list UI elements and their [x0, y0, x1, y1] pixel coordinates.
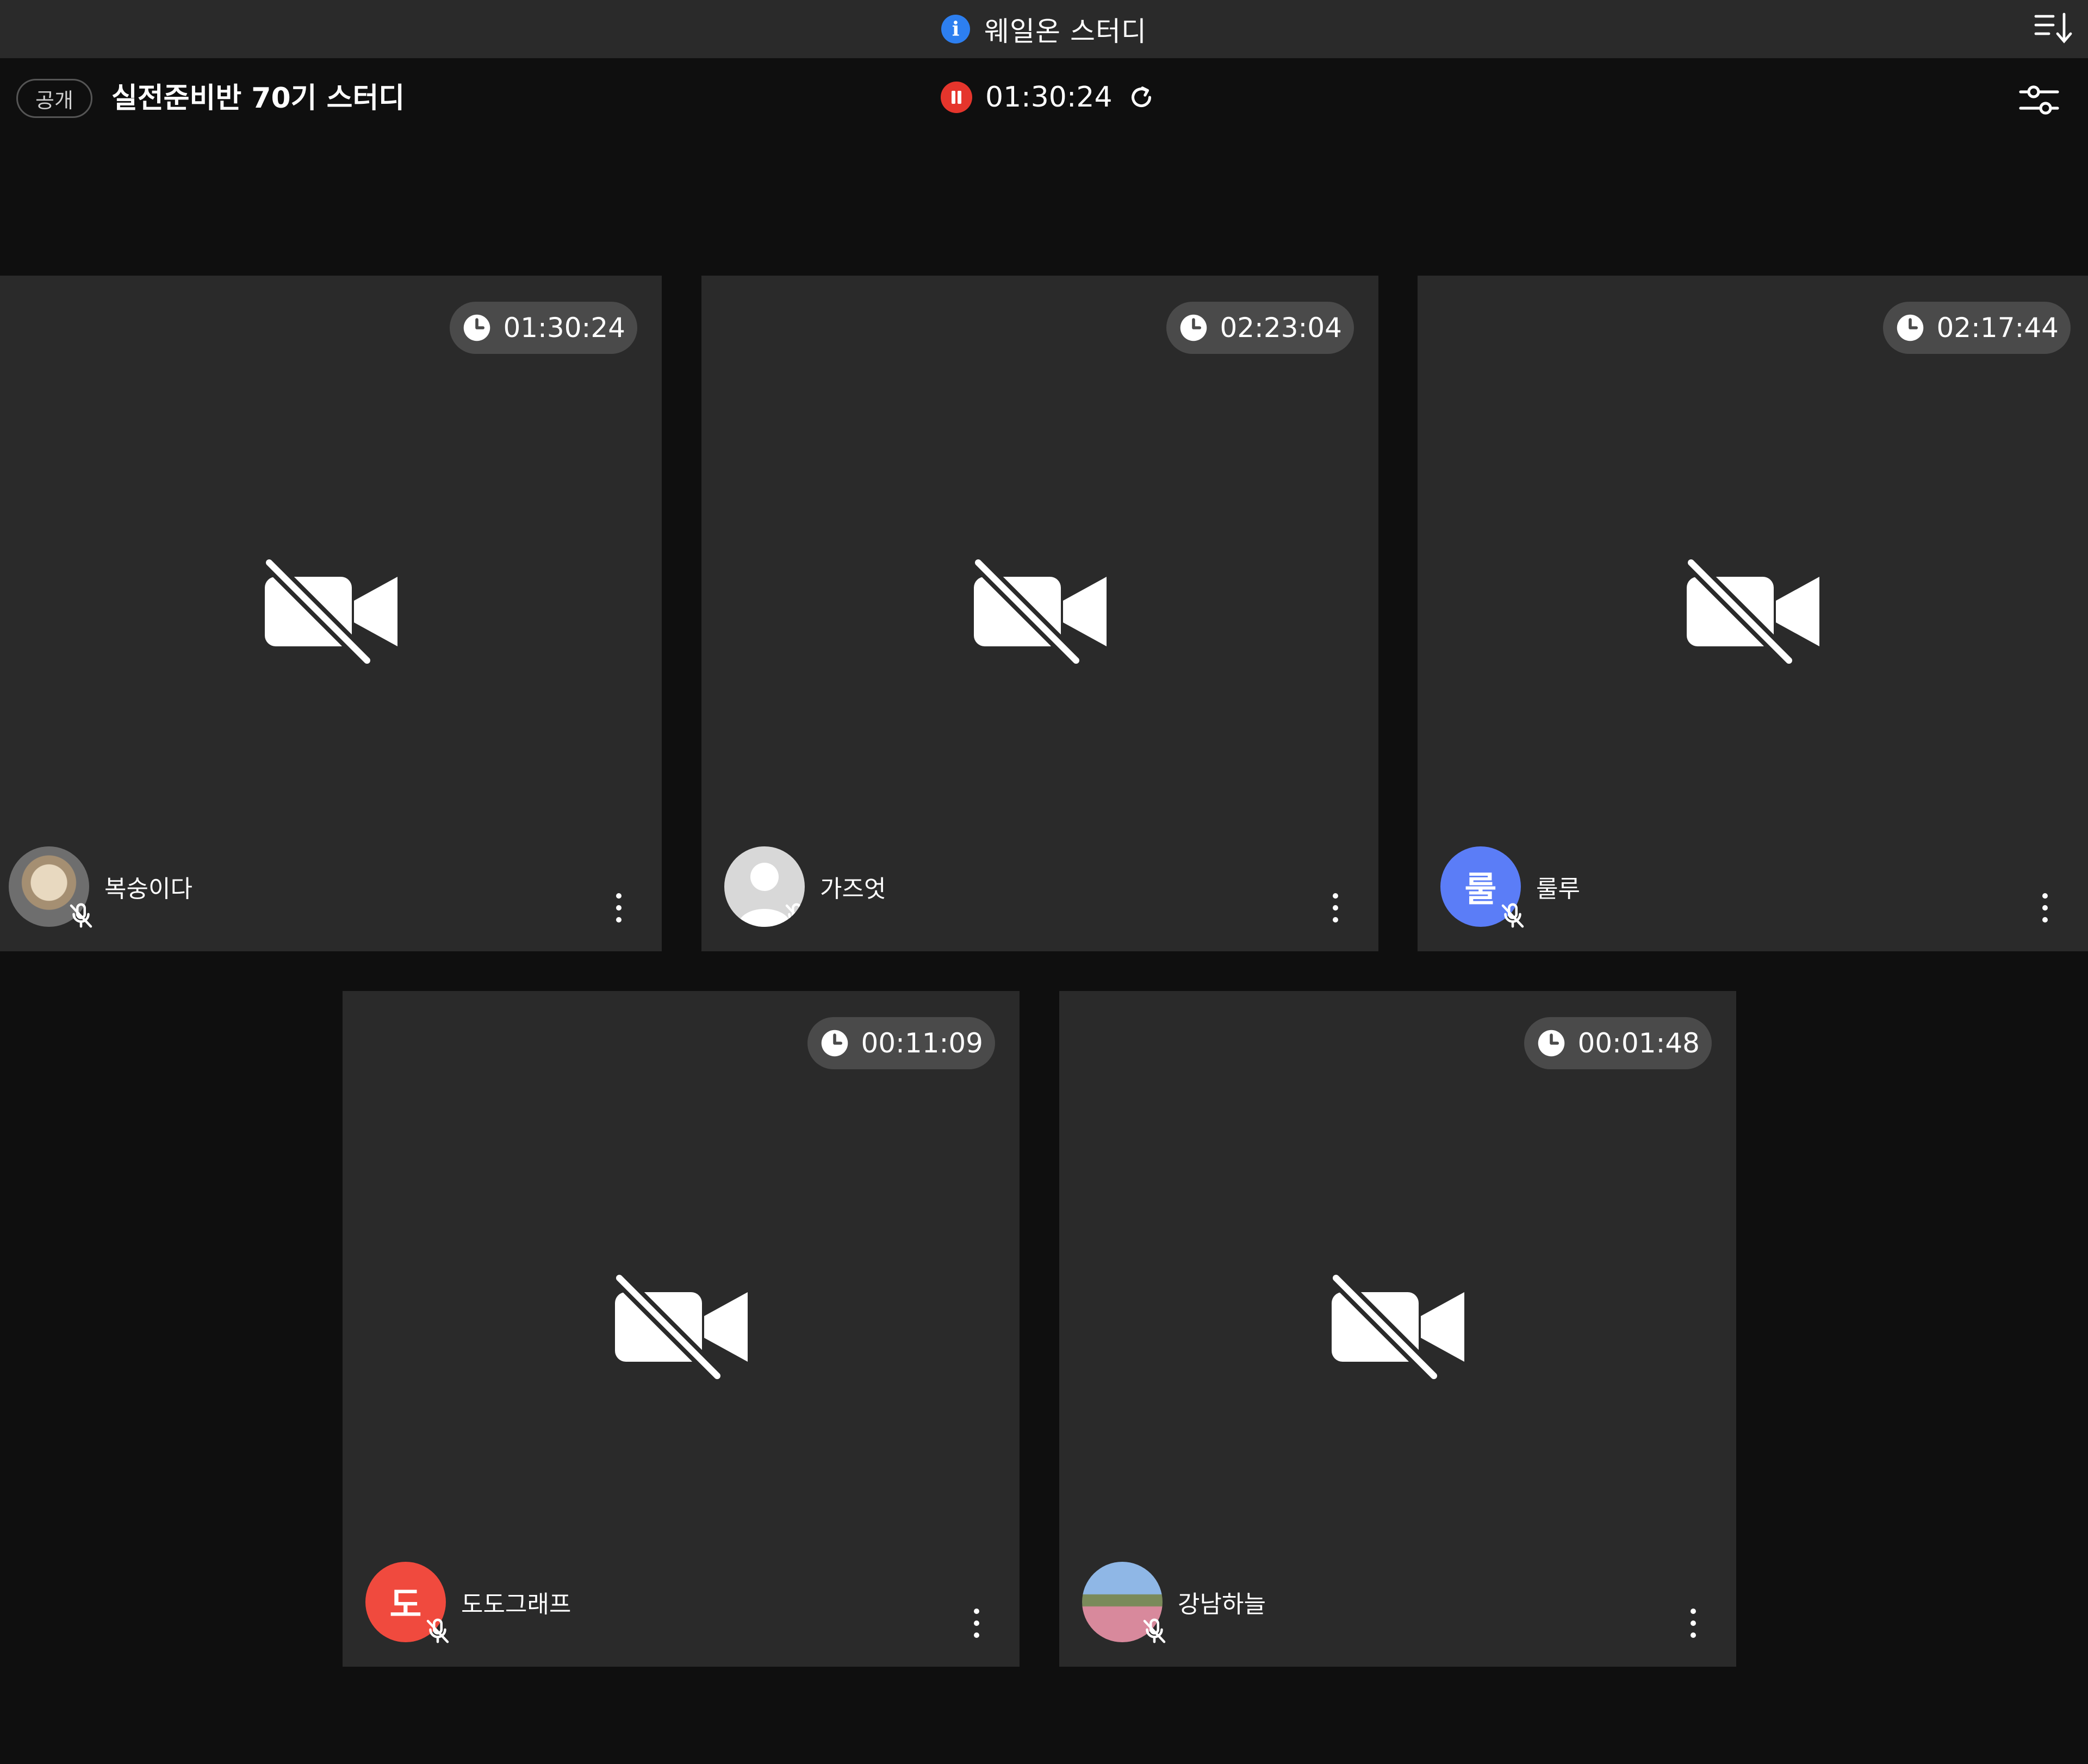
- participant-timer-pill: 01:30:24: [450, 302, 637, 354]
- pause-record-icon[interactable]: [941, 82, 972, 113]
- mic-muted-icon: [426, 1618, 449, 1643]
- participant-timer: 00:11:09: [861, 1027, 983, 1059]
- participant-tile[interactable]: 01:30:24 복숭이다: [0, 276, 662, 951]
- avatar: 룰: [1440, 846, 1524, 928]
- participant-tile[interactable]: 02:23:04 가즈엇: [701, 276, 1378, 951]
- clock-icon: [1538, 1030, 1565, 1057]
- video-off-icon: [1328, 1272, 1464, 1381]
- participant-name: 가즈엇: [820, 875, 886, 903]
- participant-timer: 02:17:44: [1936, 312, 2059, 344]
- participant-timer: 00:01:48: [1577, 1027, 1700, 1059]
- refresh-icon[interactable]: [1126, 82, 1157, 113]
- visibility-badge: 공개: [16, 79, 92, 118]
- video-off-icon: [611, 1272, 748, 1381]
- participant-timer-pill: 00:01:48: [1524, 1017, 1712, 1069]
- participant-info: 룰 룰루: [1440, 846, 1580, 928]
- participant-timer: 01:30:24: [503, 312, 625, 344]
- video-off-icon: [261, 557, 397, 666]
- participant-info: 복숭이다: [9, 846, 192, 928]
- participant-timer-pill: 00:11:09: [807, 1017, 995, 1069]
- video-off-icon: [1683, 557, 1819, 666]
- clock-icon: [1180, 314, 1207, 341]
- avatar: [1082, 1562, 1166, 1643]
- participant-timer: 02:23:04: [1220, 312, 1342, 344]
- app-title: 웨일온 스터디: [984, 15, 1147, 47]
- participant-info: 강남하늘: [1082, 1562, 1266, 1643]
- clock-icon: [464, 314, 490, 341]
- app-title-group: i 웨일온 스터디: [0, 0, 2088, 58]
- room-header: 공개 실전준비반 70기 스터디 01:30:24: [0, 58, 2088, 140]
- participant-timer-pill: 02:17:44: [1883, 302, 2071, 354]
- info-icon[interactable]: i: [941, 15, 971, 43]
- avatar: [9, 846, 92, 928]
- session-timer-group: 01:30:24: [941, 81, 1157, 114]
- more-options-icon[interactable]: [1327, 889, 1344, 927]
- mic-muted-icon: [785, 903, 805, 927]
- participant-tile[interactable]: 02:17:44 룰 룰루: [1418, 276, 2088, 951]
- clock-icon: [822, 1030, 848, 1057]
- participant-info: 도 도도그래프: [365, 1562, 571, 1643]
- more-options-icon[interactable]: [968, 1604, 985, 1642]
- avatar-letter: 도: [389, 1585, 422, 1625]
- participant-tile[interactable]: 00:01:48 강남하늘: [1059, 991, 1736, 1667]
- mic-muted-icon: [1143, 1618, 1166, 1643]
- more-options-icon[interactable]: [1685, 1604, 1701, 1642]
- video-off-icon: [970, 557, 1107, 666]
- avatar-letter: 룰: [1464, 870, 1497, 910]
- more-options-icon[interactable]: [2037, 889, 2053, 927]
- participant-timer-pill: 02:23:04: [1166, 302, 1354, 354]
- room-title: 실전준비반 70기 스터디: [111, 82, 405, 115]
- participant-name: 룰루: [1536, 875, 1580, 903]
- mic-muted-icon: [1501, 903, 1524, 928]
- session-timer: 01:30:24: [985, 81, 1113, 114]
- avatar: 도: [365, 1562, 449, 1643]
- sort-icon[interactable]: [2031, 8, 2075, 51]
- participant-info: 가즈엇: [724, 846, 886, 927]
- clock-icon: [1897, 314, 1924, 341]
- settings-sliders-icon[interactable]: [2017, 79, 2061, 122]
- participant-name: 강남하늘: [1178, 1591, 1266, 1618]
- participant-tile[interactable]: 00:11:09 도 도도그래프: [343, 991, 1020, 1667]
- avatar: [724, 846, 805, 927]
- mic-muted-icon: [70, 903, 92, 928]
- participant-name: 복숭이다: [104, 875, 192, 903]
- top-bar: i 웨일온 스터디: [0, 0, 2088, 58]
- more-options-icon[interactable]: [611, 889, 627, 927]
- participant-name: 도도그래프: [461, 1591, 571, 1618]
